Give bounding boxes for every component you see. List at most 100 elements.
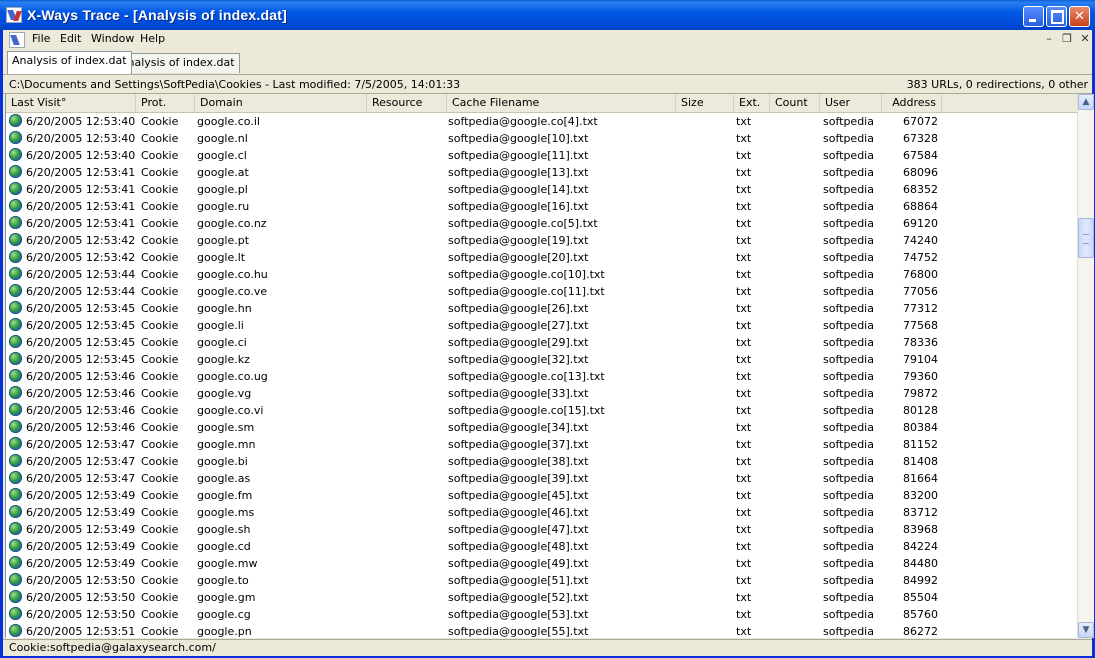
mdi-minimize-icon[interactable]: – — [1041, 32, 1057, 46]
menu-edit[interactable]: Edit — [60, 32, 81, 45]
table-row[interactable]: 6/20/2005 12:53:49 Cookie google.sh softped… — [6, 521, 1078, 538]
cell-address: 74240 — [903, 234, 938, 247]
globe-icon — [9, 148, 22, 161]
scroll-down-button[interactable]: ▼ — [1078, 622, 1094, 638]
table-row[interactable]: 6/20/2005 12:53:51 Cookie google.pn softped… — [6, 623, 1078, 638]
cell-protocol: Cookie — [141, 353, 179, 366]
vertical-scrollbar[interactable]: ▲ ▼ — [1077, 94, 1094, 638]
col-cache-filename[interactable]: Cache Filename — [447, 94, 676, 112]
cell-cache-filename: softpedia@google[10].txt — [448, 132, 589, 145]
table-row[interactable]: 6/20/2005 12:53:47 Cookie google.bi softped… — [6, 453, 1078, 470]
app-icon[interactable] — [6, 7, 22, 23]
table-row[interactable]: 6/20/2005 12:53:46 Cookie google.sm softped… — [6, 419, 1078, 436]
table-row[interactable]: 6/20/2005 12:53:46 Cookie google.vg softped… — [6, 385, 1078, 402]
table-row[interactable]: 6/20/2005 12:53:44 Cookie google.co.ve soft… — [6, 283, 1078, 300]
cell-ext: txt — [736, 149, 752, 162]
close-button[interactable] — [1069, 6, 1090, 27]
table-row[interactable]: 6/20/2005 12:53:49 Cookie google.fm softped… — [6, 487, 1078, 504]
cell-protocol: Cookie — [141, 574, 179, 587]
cell-protocol: Cookie — [141, 336, 179, 349]
table-row[interactable]: 6/20/2005 12:53:40 Cookie google.co.il soft… — [6, 113, 1078, 130]
cell-cache-filename: softpedia@google[49].txt — [448, 557, 589, 570]
table-row[interactable]: 6/20/2005 12:53:46 Cookie google.co.vi soft… — [6, 402, 1078, 419]
tab-analysis-1[interactable]: Analysis of index.dat — [7, 51, 132, 74]
table-row[interactable]: 6/20/2005 12:53:50 Cookie google.cg softped… — [6, 606, 1078, 623]
url-list[interactable]: Last Visit° Prot. Domain Resource Cache … — [5, 94, 1078, 638]
cell-domain: google.gm — [197, 591, 256, 604]
table-row[interactable]: 6/20/2005 12:53:49 Cookie google.mw softped… — [6, 555, 1078, 572]
table-row[interactable]: 6/20/2005 12:53:42 Cookie google.pt softped… — [6, 232, 1078, 249]
cell-cache-filename: softpedia@google[29].txt — [448, 336, 589, 349]
cell-user: softpedia — [823, 115, 874, 128]
cell-protocol: Cookie — [141, 455, 179, 468]
menu-window[interactable]: Window — [91, 32, 134, 45]
col-user[interactable]: User — [820, 94, 882, 112]
cell-ext: txt — [736, 489, 752, 502]
menu-help[interactable]: Help — [140, 32, 165, 45]
cell-last-visit: 6/20/2005 12:53:46 — [26, 370, 136, 383]
globe-icon — [9, 590, 22, 603]
table-row[interactable]: 6/20/2005 12:53:41 Cookie google.ru softped… — [6, 198, 1078, 215]
cell-address: 83712 — [903, 506, 938, 519]
table-row[interactable]: 6/20/2005 12:53:45 Cookie google.ci softped… — [6, 334, 1078, 351]
col-last-visit[interactable]: Last Visit° — [6, 94, 136, 112]
table-row[interactable]: 6/20/2005 12:53:41 Cookie google.pl softped… — [6, 181, 1078, 198]
cell-ext: txt — [736, 387, 752, 400]
table-row[interactable]: 6/20/2005 12:53:42 Cookie google.lt softped… — [6, 249, 1078, 266]
cell-protocol: Cookie — [141, 489, 179, 502]
cell-protocol: Cookie — [141, 115, 179, 128]
table-row[interactable]: 6/20/2005 12:53:50 Cookie google.gm softped… — [6, 589, 1078, 606]
menu-file[interactable]: File — [32, 32, 50, 45]
table-row[interactable]: 6/20/2005 12:53:47 Cookie google.mn softped… — [6, 436, 1078, 453]
cell-domain: google.vg — [197, 387, 252, 400]
table-row[interactable]: 6/20/2005 12:53:40 Cookie google.cl softped… — [6, 147, 1078, 164]
cell-domain: google.cd — [197, 540, 251, 553]
table-row[interactable]: 6/20/2005 12:53:41 Cookie google.co.nz soft… — [6, 215, 1078, 232]
globe-icon — [9, 233, 22, 246]
tab-analysis-2[interactable]: Analysis of index.dat — [115, 53, 240, 73]
cell-last-visit: 6/20/2005 12:53:50 — [26, 608, 136, 621]
title-bar[interactable]: X-Ways Trace - [Analysis of index.dat] — [0, 0, 1095, 30]
table-row[interactable]: 6/20/2005 12:53:44 Cookie google.co.hu soft… — [6, 266, 1078, 283]
cell-domain: google.co.vi — [197, 404, 264, 417]
cell-last-visit: 6/20/2005 12:53:45 — [26, 319, 136, 332]
table-row[interactable]: 6/20/2005 12:53:50 Cookie google.to softped… — [6, 572, 1078, 589]
table-row[interactable]: 6/20/2005 12:53:46 Cookie google.co.ug soft… — [6, 368, 1078, 385]
col-resource[interactable]: Resource — [367, 94, 447, 112]
table-row[interactable]: 6/20/2005 12:53:49 Cookie google.cd softped… — [6, 538, 1078, 555]
table-row[interactable]: 6/20/2005 12:53:45 Cookie google.li softped… — [6, 317, 1078, 334]
cell-cache-filename: softpedia@google.co[13].txt — [448, 370, 605, 383]
cell-ext: txt — [736, 404, 752, 417]
cell-last-visit: 6/20/2005 12:53:49 — [26, 489, 136, 502]
col-address[interactable]: Address — [882, 94, 942, 112]
table-row[interactable]: 6/20/2005 12:53:49 Cookie google.ms softped… — [6, 504, 1078, 521]
cell-domain: google.ms — [197, 506, 255, 519]
mdi-close-icon[interactable]: ✕ — [1077, 32, 1093, 46]
col-ext[interactable]: Ext. — [734, 94, 770, 112]
cell-domain: google.mn — [197, 438, 256, 451]
document-icon[interactable] — [9, 32, 25, 48]
col-protocol[interactable]: Prot. — [136, 94, 195, 112]
col-count[interactable]: Count — [770, 94, 820, 112]
cell-user: softpedia — [823, 132, 874, 145]
cell-cache-filename: softpedia@google[53].txt — [448, 608, 589, 621]
scroll-thumb[interactable] — [1078, 218, 1094, 258]
cell-protocol: Cookie — [141, 438, 179, 451]
globe-icon — [9, 335, 22, 348]
mdi-restore-icon[interactable]: ❐ — [1059, 32, 1075, 46]
globe-icon — [9, 182, 22, 195]
table-row[interactable]: 6/20/2005 12:53:45 Cookie google.hn softped… — [6, 300, 1078, 317]
table-row[interactable]: 6/20/2005 12:53:47 Cookie google.as softped… — [6, 470, 1078, 487]
cell-address: 77056 — [903, 285, 938, 298]
table-row[interactable]: 6/20/2005 12:53:41 Cookie google.at softped… — [6, 164, 1078, 181]
maximize-button[interactable] — [1046, 6, 1067, 27]
cell-last-visit: 6/20/2005 12:53:41 — [26, 166, 136, 179]
table-row[interactable]: 6/20/2005 12:53:45 Cookie google.kz softped… — [6, 351, 1078, 368]
scroll-up-button[interactable]: ▲ — [1078, 94, 1094, 110]
globe-icon — [9, 199, 22, 212]
minimize-button[interactable] — [1023, 6, 1044, 27]
col-size[interactable]: Size — [676, 94, 734, 112]
col-domain[interactable]: Domain — [195, 94, 367, 112]
cell-last-visit: 6/20/2005 12:53:50 — [26, 591, 136, 604]
table-row[interactable]: 6/20/2005 12:53:40 Cookie google.nl softped… — [6, 130, 1078, 147]
